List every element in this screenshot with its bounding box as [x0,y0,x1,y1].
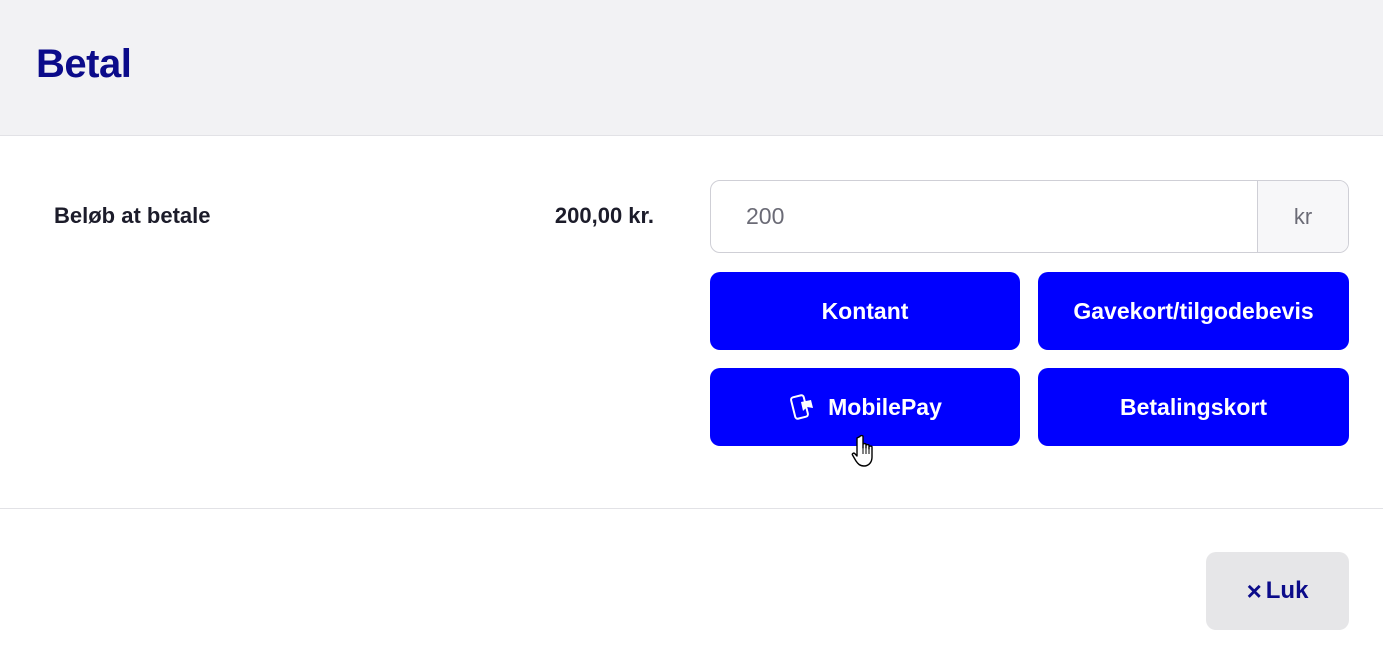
currency-suffix: kr [1257,181,1348,252]
card-button[interactable]: Betalingskort [1038,368,1349,446]
close-button[interactable]: × Luk [1206,552,1349,630]
modal-header: Betal [0,0,1383,136]
mobilepay-icon [790,394,814,420]
mobilepay-button[interactable]: MobilePay [710,368,1020,446]
amount-due-value: 200,00 kr. [554,203,654,228]
page-title: Betal [36,42,132,86]
giftcard-button-label: Gavekort/tilgodebevis [1073,297,1314,324]
close-icon: × [1246,575,1262,606]
mobilepay-button-label: MobilePay [828,393,942,420]
close-button-label: Luk [1265,577,1309,604]
amount-due-label: Beløb at betale [54,203,211,228]
cash-button[interactable]: Kontant [710,272,1020,350]
giftcard-button[interactable]: Gavekort/tilgodebevis [1038,272,1349,350]
card-button-label: Betalingskort [1120,393,1267,420]
amount-input[interactable] [711,181,1257,252]
cash-button-label: Kontant [821,297,909,324]
amount-input-group: kr [710,180,1349,253]
footer-divider [0,508,1383,509]
